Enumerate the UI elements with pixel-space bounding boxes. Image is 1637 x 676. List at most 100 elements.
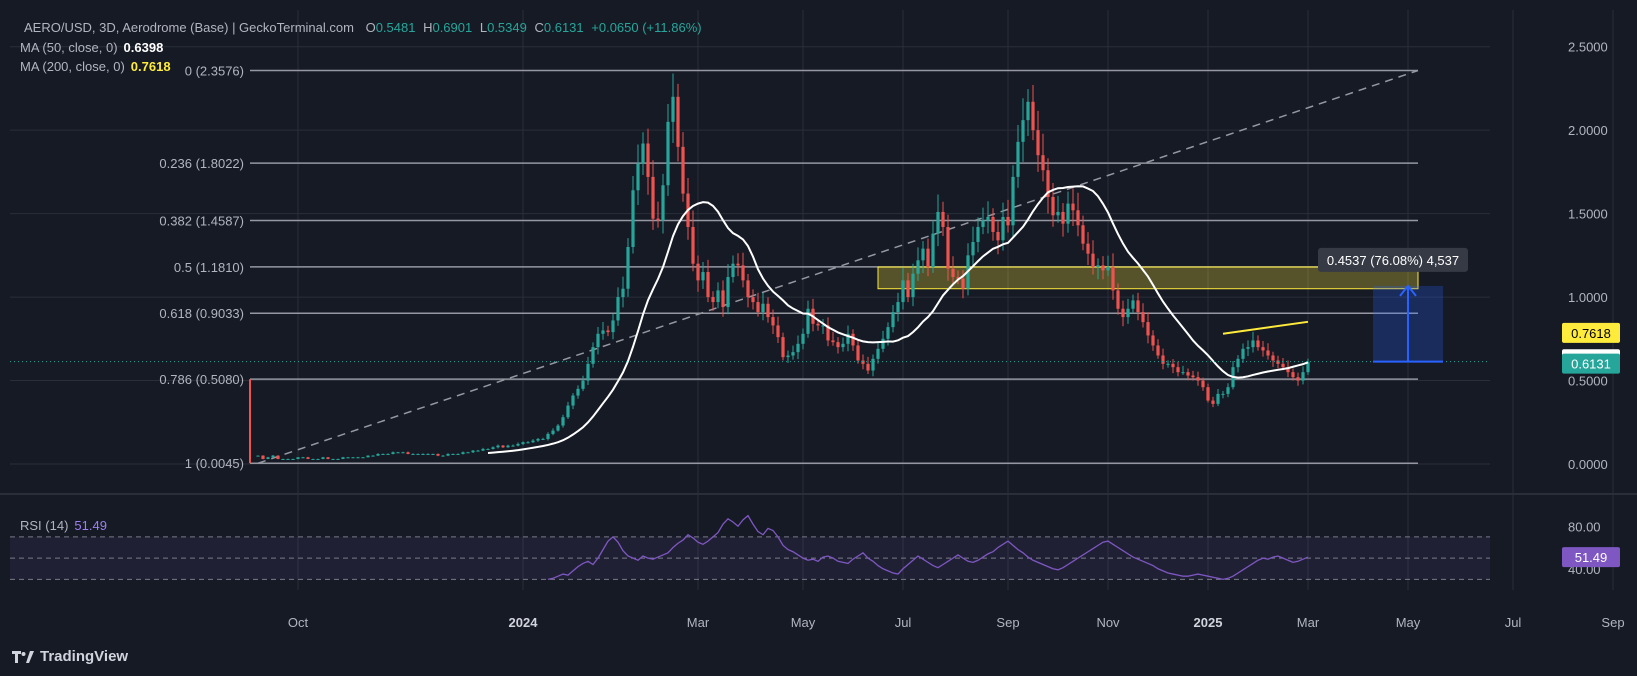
symbol-title: AERO/USD, 3D, Aerodrome (Base) | GeckoTe… [24, 20, 354, 35]
ma200-legend[interactable]: MA (200, close, 0) 0.7618 [20, 59, 171, 74]
candle-body-191 [1211, 400, 1215, 404]
ma200-label: MA (200, close, 0) [20, 59, 125, 74]
price-axis[interactable]: 2.5000 2.0000 1.5000 1.0000 0.5000 0.0000 0.76… [1562, 40, 1620, 472]
close-label: C [534, 20, 544, 35]
candle-body-43 [471, 450, 475, 453]
candle-body-115 [831, 340, 835, 343]
candle-body-4 [276, 455, 280, 459]
candle-body-183 [1171, 363, 1175, 368]
x-tick-10: Jul [1505, 615, 1522, 630]
candle-body-55 [531, 440, 535, 443]
x-tick-1: 2024 [509, 615, 539, 630]
candle-body-97 [741, 265, 745, 281]
candle-body-83 [671, 96, 675, 122]
candle-body-15 [331, 458, 335, 460]
candle-body-178 [1146, 322, 1150, 336]
candle-body-180 [1156, 345, 1160, 356]
rsi-tag: 51.49 [1575, 550, 1608, 565]
candle-body-143 [971, 241, 975, 256]
candle-body-116 [836, 342, 840, 348]
rsi-label: RSI (14) [20, 518, 69, 533]
candle-body-171 [1111, 267, 1115, 291]
x-tick-2: Mar [687, 615, 710, 630]
time-axis[interactable]: Oct 2024 Mar May Jul Sep Nov 2025 Mar May Jul Sep [288, 615, 1625, 630]
candle-body-77 [641, 143, 645, 164]
candle-body-54 [526, 442, 530, 444]
drawing-annotations[interactable]: 0.4537 (76.08%) 4,537 [1318, 247, 1468, 363]
candle-body-69 [601, 330, 605, 334]
candle-body-56 [536, 438, 540, 441]
candle-body-153 [1021, 120, 1025, 142]
rsi-legend[interactable]: RSI (14) 51.49 [20, 518, 107, 533]
candle-body-103 [771, 317, 775, 326]
candle-body-190 [1206, 387, 1210, 401]
candle-body-27 [391, 452, 395, 454]
candle-body-145 [981, 220, 985, 227]
x-tick-8: Mar [1297, 615, 1320, 630]
candle-body-168 [1096, 265, 1100, 268]
candle-body-26 [386, 453, 390, 455]
candle-body-21 [361, 457, 365, 459]
y-tick-5: 0.0000 [1568, 457, 1608, 472]
candle-body-42 [466, 452, 470, 454]
candle-body-68 [596, 333, 600, 348]
open-label: O [365, 20, 376, 35]
candle-body-1 [261, 455, 265, 459]
ma50-value: 0.6398 [123, 40, 164, 55]
candle-body-207 [1291, 372, 1295, 378]
candle-body-137 [941, 211, 945, 227]
candle-body-129 [901, 280, 905, 303]
x-tick-7: 2025 [1194, 615, 1223, 630]
candle-body-12 [316, 458, 320, 460]
candle-body-50 [506, 445, 510, 448]
candle-body-155 [1031, 101, 1035, 131]
x-tick-6: Nov [1096, 615, 1120, 630]
ma200-value: 0.7618 [130, 59, 171, 74]
candle-body-64 [576, 388, 580, 396]
candle-body-110 [806, 308, 810, 334]
candle-body-51 [511, 445, 515, 447]
fib-label-1: 0.236 (1.8022) [159, 156, 244, 171]
candle-body-73 [621, 288, 625, 298]
candle-body-164 [1076, 210, 1080, 226]
candle-body-28 [396, 452, 400, 454]
candle-body-170 [1106, 267, 1110, 271]
candle-body-117 [841, 343, 845, 348]
ma50-legend[interactable]: MA (50, close, 0) 0.6398 [20, 40, 163, 55]
candle-body-59 [551, 430, 555, 434]
candle-body-7 [291, 458, 295, 460]
candle-body-134 [926, 248, 930, 268]
candle-body-125 [881, 338, 885, 349]
price-chart[interactable]: 0 (2.3576) 0.236 (1.8022) 0.382 (1.4587) 0.… [0, 0, 1637, 676]
brand-name: TradingView [40, 648, 129, 665]
candle-body-104 [776, 325, 780, 338]
candle-body-93 [721, 290, 725, 308]
fib-label-2: 0.382 (1.4587) [159, 214, 244, 229]
candle-body-198 [1246, 347, 1250, 349]
candle-body-9 [301, 457, 305, 459]
candle-body-196 [1236, 358, 1240, 368]
candle-body-162 [1066, 203, 1070, 224]
candle-body-17 [341, 457, 345, 459]
candle-body-94 [726, 277, 730, 308]
candle-body-203 [1271, 355, 1275, 361]
candle-body-102 [766, 303, 770, 318]
candle-body-201 [1261, 347, 1265, 351]
candle-body-112 [816, 323, 820, 326]
candle-body-173 [1121, 308, 1125, 318]
y-tick-1: 2.0000 [1568, 123, 1608, 138]
candle-body-165 [1081, 225, 1085, 244]
rsi-pane: 80.0040.0051.49 [10, 514, 1620, 581]
candle-body-101 [761, 303, 765, 313]
candle-body-174 [1126, 308, 1130, 318]
tradingview-logo[interactable]: TradingView [12, 648, 128, 665]
candle-body-6 [286, 458, 290, 460]
candle-body-39 [451, 453, 455, 455]
candle-body-109 [801, 333, 805, 344]
symbol-legend: AERO/USD, 3D, Aerodrome (Base) | GeckoTe… [20, 20, 702, 35]
candle-body-160 [1056, 211, 1060, 216]
candle-body-3 [271, 455, 275, 458]
candle-body-20 [356, 457, 360, 459]
candle-body-166 [1086, 243, 1090, 254]
open-value: 0.5481 [375, 20, 416, 35]
